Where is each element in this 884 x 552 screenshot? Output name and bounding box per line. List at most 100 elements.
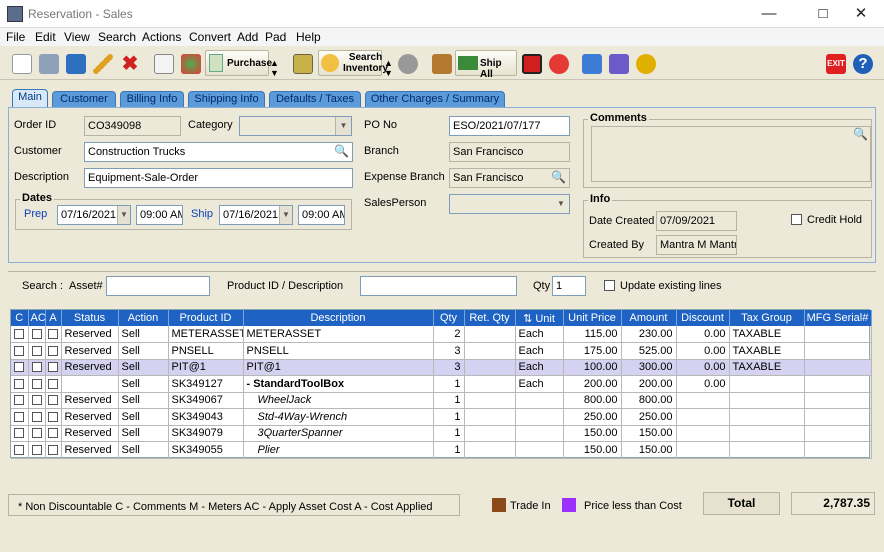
- reject-button[interactable]: [605, 50, 631, 76]
- table-row[interactable]: Reserved Sell PIT@1 PIT@1 3 Each 100.00 300.00 0…: [11, 359, 872, 376]
- column-header-unit-price[interactable]: Unit Price: [563, 310, 622, 326]
- column-header-amount[interactable]: Amount: [621, 310, 677, 326]
- cell-tax-group[interactable]: [729, 425, 805, 442]
- row-checkbox[interactable]: [31, 411, 42, 422]
- cell-mfg-serial[interactable]: [804, 408, 872, 426]
- cell-ret-qty[interactable]: [464, 342, 516, 360]
- cell-ret-qty[interactable]: [464, 375, 516, 393]
- cell-unit[interactable]: [515, 441, 564, 459]
- cell-mfg-serial[interactable]: [804, 342, 872, 360]
- apple-button[interactable]: [545, 50, 571, 76]
- cell-tax-group[interactable]: TAXABLE: [729, 359, 805, 376]
- cell-status[interactable]: Reserved: [61, 359, 119, 376]
- cell-action[interactable]: Sell: [118, 425, 169, 442]
- cell-ret-qty[interactable]: [464, 408, 516, 426]
- menu-file[interactable]: File: [6, 30, 25, 44]
- calendar-dropdown-icon[interactable]: ▼: [117, 206, 130, 224]
- column-header-mfg-serial[interactable]: MFG Serial#: [804, 310, 872, 326]
- menu-edit[interactable]: Edit: [35, 30, 56, 44]
- minimize-button[interactable]: —: [746, 0, 792, 28]
- row-checkbox-cell[interactable]: [45, 342, 62, 360]
- table-row[interactable]: Reserved Sell SK349079 3QuarterSpanner 1 150.…: [11, 425, 872, 442]
- update-existing-checkbox[interactable]: [604, 280, 615, 291]
- description-field[interactable]: Equipment-Sale-Order: [84, 168, 353, 188]
- cell-tax-group[interactable]: TAXABLE: [729, 326, 805, 343]
- ship-all-button[interactable]: Ship All: [455, 50, 517, 80]
- cell-amount[interactable]: 150.00: [621, 425, 677, 442]
- cell-description[interactable]: WheelJack: [243, 392, 434, 409]
- row-checkbox-cell[interactable]: [11, 342, 29, 360]
- row-checkbox[interactable]: [48, 345, 58, 356]
- cell-discount[interactable]: 0.00: [676, 359, 730, 376]
- expense-branch-field[interactable]: San Francisco 🔍: [449, 168, 570, 188]
- cell-ret-qty[interactable]: [464, 359, 516, 376]
- cell-discount[interactable]: [676, 441, 730, 459]
- cell-mfg-serial[interactable]: [804, 441, 872, 459]
- row-checkbox-cell[interactable]: [11, 425, 29, 442]
- row-checkbox[interactable]: [48, 411, 58, 422]
- cell-unit-price[interactable]: 800.00: [563, 392, 622, 409]
- help-doc-button[interactable]: [150, 50, 176, 76]
- search-inventory-button[interactable]: Search Inventory: [318, 50, 388, 76]
- row-checkbox[interactable]: [31, 395, 42, 406]
- cell-unit[interactable]: Each: [515, 359, 564, 376]
- tab-defaults-taxes[interactable]: Defaults / Taxes: [269, 91, 361, 107]
- cell-unit-price[interactable]: 115.00: [563, 326, 622, 343]
- row-checkbox-cell[interactable]: [28, 392, 46, 409]
- cell-qty[interactable]: 3: [433, 342, 465, 360]
- ship-date-field[interactable]: 07/16/2021 ▼: [219, 205, 293, 225]
- row-checkbox-cell[interactable]: [11, 326, 29, 343]
- row-checkbox[interactable]: [48, 362, 58, 373]
- cell-description[interactable]: PNSELL: [243, 342, 434, 360]
- cell-product-id[interactable]: METERASSET: [168, 326, 244, 343]
- row-checkbox[interactable]: [31, 329, 42, 340]
- cell-description[interactable]: METERASSET: [243, 326, 434, 343]
- cell-description[interactable]: Std-4Way-Wrench: [243, 408, 434, 426]
- product-search-input[interactable]: [360, 276, 517, 296]
- row-checkbox-cell[interactable]: [28, 359, 46, 376]
- cell-status[interactable]: Reserved: [61, 425, 119, 442]
- cell-status[interactable]: Reserved: [61, 342, 119, 360]
- row-checkbox[interactable]: [14, 444, 25, 455]
- cell-unit[interactable]: [515, 425, 564, 442]
- cell-amount[interactable]: 200.00: [621, 375, 677, 393]
- cell-discount[interactable]: [676, 392, 730, 409]
- cell-product-id[interactable]: SK349079: [168, 425, 244, 442]
- menu-convert[interactable]: Convert: [189, 30, 231, 44]
- cell-product-id[interactable]: SK349043: [168, 408, 244, 426]
- column-header-discount[interactable]: Discount: [676, 310, 730, 326]
- ship-time-field[interactable]: 09:00 AM: [298, 205, 345, 225]
- row-checkbox[interactable]: [48, 329, 58, 340]
- column-header-a[interactable]: A: [45, 310, 62, 326]
- row-checkbox[interactable]: [31, 345, 42, 356]
- row-checkbox-cell[interactable]: [11, 375, 29, 393]
- cell-ret-qty[interactable]: [464, 326, 516, 343]
- cell-description[interactable]: 3QuarterSpanner: [243, 425, 434, 442]
- row-checkbox[interactable]: [48, 428, 58, 439]
- cell-ret-qty[interactable]: [464, 441, 516, 459]
- qty-input[interactable]: 1: [552, 276, 586, 296]
- row-checkbox[interactable]: [48, 444, 58, 455]
- cell-unit[interactable]: [515, 408, 564, 426]
- row-checkbox-cell[interactable]: [28, 326, 46, 343]
- cell-amount[interactable]: 300.00: [621, 359, 677, 376]
- cell-qty[interactable]: 1: [433, 392, 465, 409]
- cell-tax-group[interactable]: [729, 375, 805, 393]
- asset-search-input[interactable]: [106, 276, 210, 296]
- cell-mfg-serial[interactable]: [804, 375, 872, 393]
- group-button[interactable]: [394, 50, 420, 76]
- purchase-button[interactable]: Purchase: [205, 50, 272, 76]
- row-checkbox-cell[interactable]: [28, 408, 46, 426]
- cell-ret-qty[interactable]: [464, 392, 516, 409]
- cell-unit-price[interactable]: 150.00: [563, 425, 622, 442]
- cell-mfg-serial[interactable]: [804, 359, 872, 376]
- cell-amount[interactable]: 230.00: [621, 326, 677, 343]
- comments-field[interactable]: [591, 126, 871, 182]
- exit-button[interactable]: EXIT: [822, 50, 848, 76]
- row-checkbox-cell[interactable]: [28, 375, 46, 393]
- column-header-status[interactable]: Status: [61, 310, 119, 326]
- row-checkbox-cell[interactable]: [45, 392, 62, 409]
- refresh-button[interactable]: [177, 50, 203, 76]
- cell-mfg-serial[interactable]: [804, 425, 872, 442]
- row-checkbox-cell[interactable]: [11, 441, 29, 459]
